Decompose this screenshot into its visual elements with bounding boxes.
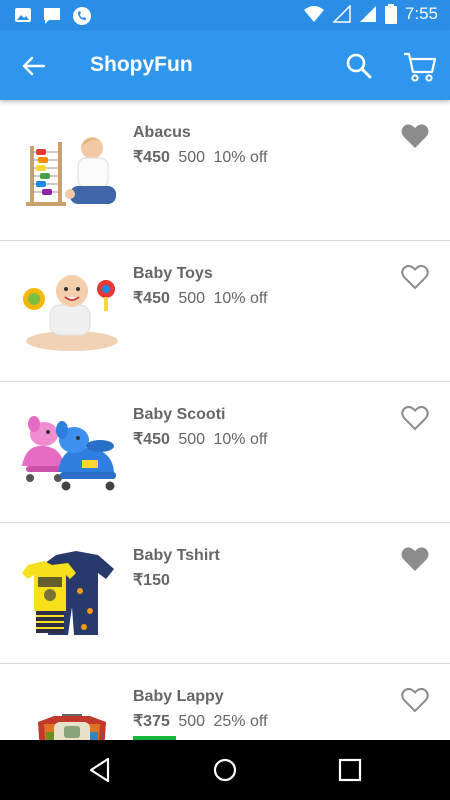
nav-recents-icon[interactable] (336, 756, 364, 784)
status-time: 7:55 (404, 4, 438, 23)
battery-icon (384, 4, 397, 24)
product-mrp: 500 (178, 431, 206, 448)
image-icon (15, 8, 31, 22)
product-price-row: ₹450 500 10% off (133, 147, 267, 167)
search-button[interactable] (344, 51, 374, 81)
product-price: ₹450 (133, 290, 170, 307)
product-price: ₹150 (133, 572, 170, 589)
heart-outline-icon[interactable] (400, 404, 430, 432)
product-mrp: 500 (178, 713, 206, 730)
heart-filled-icon[interactable] (400, 122, 430, 150)
back-arrow-icon (22, 56, 46, 76)
product-item[interactable]: Baby Lappy ₹375 500 25% off (0, 664, 450, 740)
product-item[interactable]: Baby Scooti ₹450 500 10% off (0, 382, 450, 523)
product-price-row: ₹450 500 10% off (133, 288, 267, 308)
signal-icon (359, 6, 376, 22)
nav-back-icon[interactable] (86, 756, 114, 784)
heart-filled-icon[interactable] (400, 545, 430, 573)
status-left-icons (14, 6, 92, 26)
product-name: Abacus (133, 124, 191, 141)
search-icon (346, 53, 372, 79)
product-discount: 10% off (213, 149, 268, 166)
heart-outline-icon[interactable] (400, 686, 430, 714)
message-icon (44, 8, 60, 24)
product-list[interactable]: Abacus ₹450 500 10% off Baby Toys ₹450 5… (0, 100, 450, 740)
product-discount: 10% off (213, 290, 268, 307)
heart-outline-icon[interactable] (400, 263, 430, 291)
product-item[interactable]: Baby Toys ₹450 500 10% off (0, 241, 450, 382)
phone-icon (73, 7, 91, 25)
app-title: ShopyFun (90, 53, 193, 76)
product-item[interactable]: Baby Tshirt ₹150 (0, 523, 450, 664)
cart-icon (404, 52, 437, 82)
abacus-image (26, 137, 116, 206)
product-price: ₹450 (133, 431, 170, 448)
product-price: ₹375 (133, 713, 170, 730)
product-mrp: 500 (178, 149, 206, 166)
signal-icon (332, 5, 351, 23)
product-item[interactable]: Abacus ₹450 500 10% off (0, 100, 450, 241)
product-name: Baby Toys (133, 265, 213, 282)
product-mrp: 500 (178, 290, 206, 307)
product-name: Baby Lappy (133, 688, 224, 705)
wifi-icon (303, 6, 324, 22)
product-discount: 25% off (213, 713, 268, 730)
nav-home-icon[interactable] (211, 756, 239, 784)
product-price: ₹450 (133, 149, 170, 166)
baby-toys-image (23, 275, 118, 351)
product-name: Baby Tshirt (133, 547, 220, 564)
system-nav-bar (0, 740, 450, 800)
baby-lappy-image (38, 714, 106, 740)
product-name: Baby Scooti (133, 406, 226, 423)
back-button[interactable] (18, 50, 50, 82)
baby-tshirt-image (22, 551, 114, 635)
cart-button[interactable] (402, 48, 438, 84)
baby-scooti-image (22, 416, 116, 491)
product-price-row: ₹375 500 25% off (133, 711, 267, 731)
product-price-row: ₹450 500 10% off (133, 429, 267, 449)
app-bar: ShopyFun (0, 30, 450, 100)
status-bar: 7:55 (0, 0, 450, 30)
product-discount: 10% off (213, 431, 268, 448)
status-right-icons: 7:55 (303, 4, 438, 24)
product-price-row: ₹150 (133, 570, 170, 590)
